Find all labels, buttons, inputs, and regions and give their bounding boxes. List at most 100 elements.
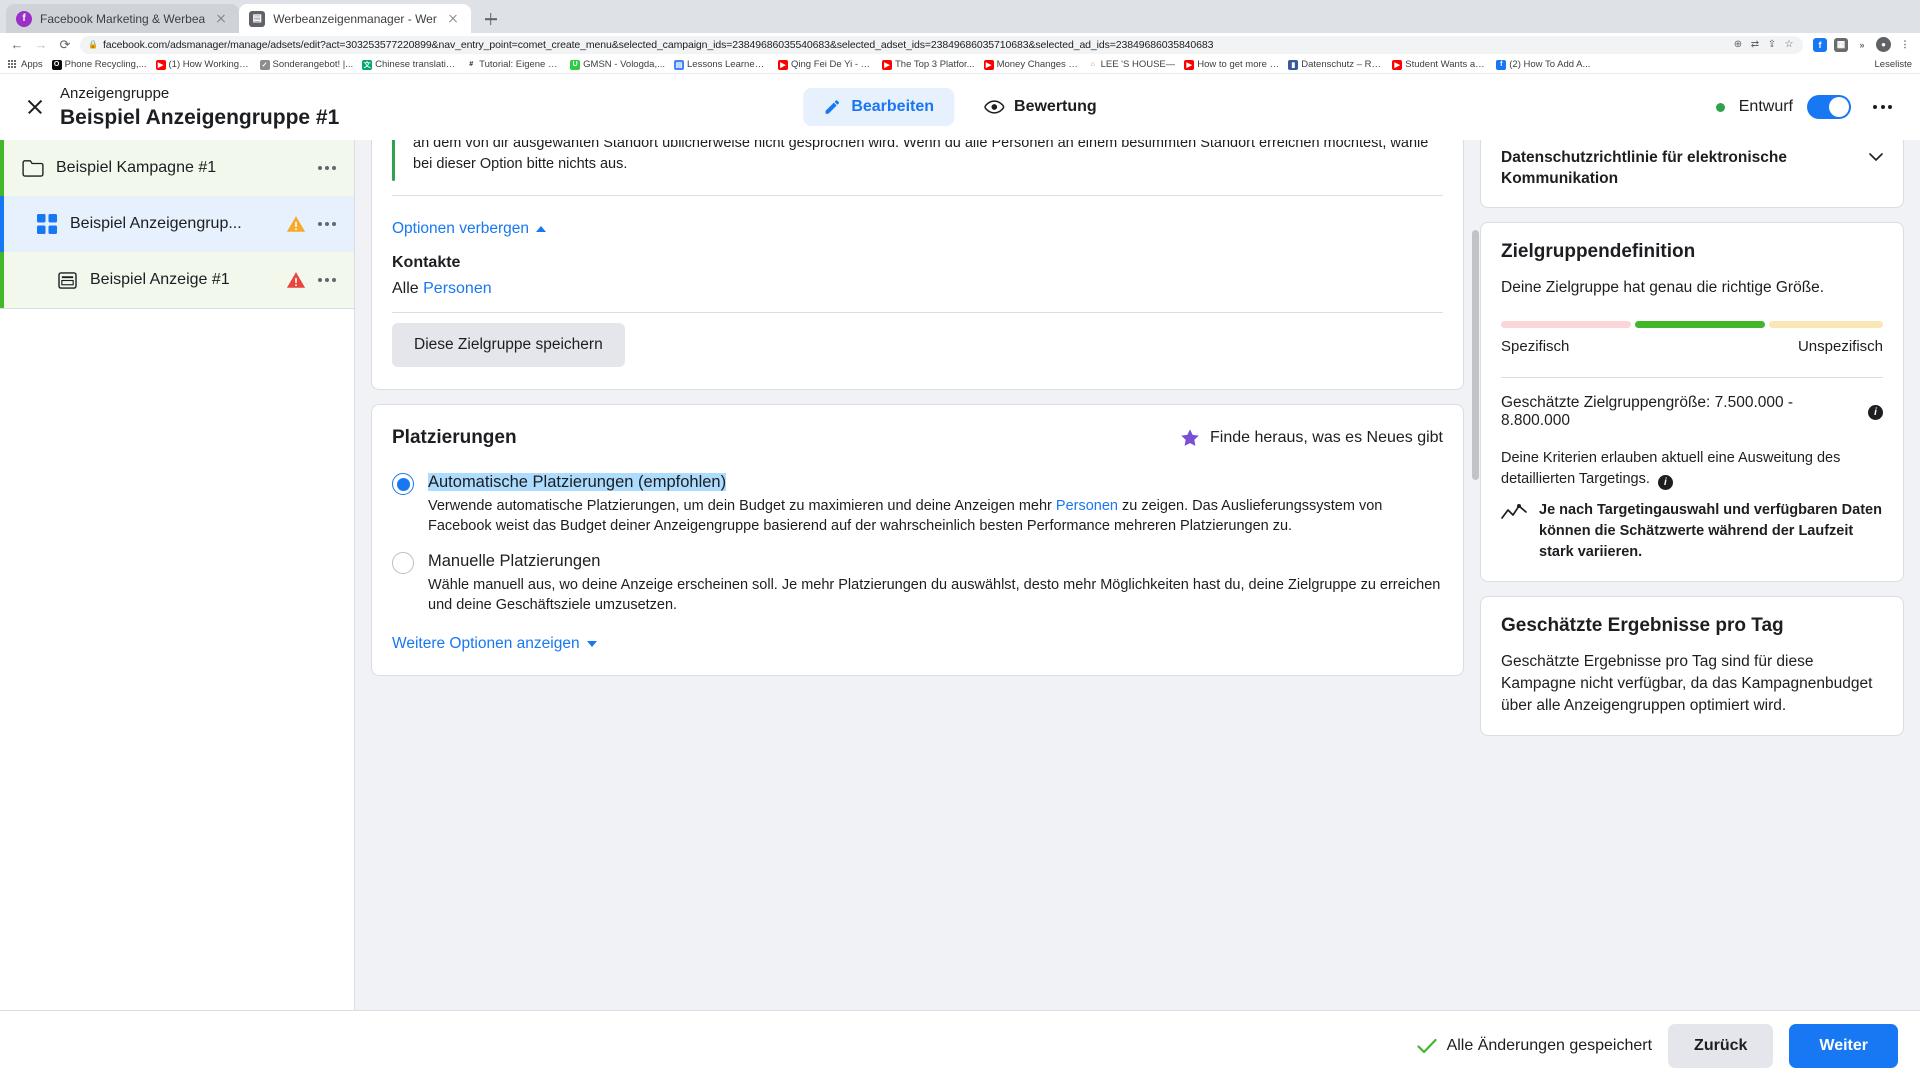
bookmark-5[interactable]: # Tutorial: Eigene Fa... xyxy=(466,59,561,70)
placement-option-manual[interactable]: Manuelle Platzierungen Wähle manuell aus… xyxy=(392,536,1443,615)
center-scrollbar[interactable] xyxy=(1471,140,1480,1010)
check-icon xyxy=(1416,1038,1437,1053)
audience-definition-card: Zielgruppendefinition Deine Zielgruppe h… xyxy=(1480,222,1904,582)
kebab-icon[interactable] xyxy=(312,216,342,232)
doc-icon: ▤ xyxy=(674,59,684,70)
status-badge: Entwurf xyxy=(1738,98,1793,115)
accent-bar xyxy=(0,252,4,308)
facebook-extension-icon[interactable]: f xyxy=(1813,37,1827,52)
youtube-icon: ▶ xyxy=(778,59,788,70)
bookmark-3[interactable]: ✓ Sonderangebot! |... xyxy=(259,59,353,70)
next-button[interactable]: Weiter xyxy=(1789,1023,1898,1068)
show-more-options-button[interactable]: Weitere Optionen anzeigen xyxy=(392,615,1443,675)
whats-new-label: Finde heraus, was es Neues gibt xyxy=(1209,429,1443,446)
bookmark-label: (1) How Working a... xyxy=(168,59,251,70)
footer-bar: Alle Änderungen gespeichert Zurück Weite… xyxy=(0,1010,1920,1080)
sidebar-item-campaign[interactable]: Beispiel Kampagne #1 xyxy=(0,140,354,196)
bookmark-12[interactable]: ▶ How to get more v... xyxy=(1184,59,1279,70)
results-title: Geschätzte Ergebnisse pro Tag xyxy=(1501,615,1784,636)
page-title: Beispiel Anzeigengruppe #1 xyxy=(60,105,340,129)
close-icon[interactable] xyxy=(20,92,50,122)
chevron-extension-icon[interactable]: » xyxy=(1855,37,1869,52)
o2-icon: O xyxy=(51,59,62,70)
tab-title: Werbeanzeigenmanager - Wer xyxy=(273,11,437,26)
share-icon[interactable]: ⇪ xyxy=(1766,39,1778,51)
bookmark-15[interactable]: f (2) How To Add A... xyxy=(1496,59,1590,70)
contacts-prefix: Alle xyxy=(392,280,424,297)
bookmark-4[interactable]: 文 Chinese translatio... xyxy=(362,59,457,70)
browser-toolbar: ← → ⟳ 🔒 facebook.com/adsmanager/manage/a… xyxy=(0,33,1920,56)
browser-tab-2[interactable]: ▤ Werbeanzeigenmanager - Wer xyxy=(239,4,471,33)
kebab-icon[interactable] xyxy=(312,272,342,288)
meter-labels: Spezifisch Unspezifisch xyxy=(1501,338,1883,355)
back-button[interactable]: Zurück xyxy=(1668,1023,1774,1068)
bookmark-13[interactable]: ▮ Datenschutz – Re... xyxy=(1288,59,1383,70)
option-body: Manuelle Platzierungen Wähle manuell aus… xyxy=(428,550,1443,615)
close-icon[interactable] xyxy=(213,11,229,27)
contacts-heading: Kontakte xyxy=(392,254,461,271)
translate-icon[interactable]: ⇄ xyxy=(1749,39,1761,51)
sidebar-item-ad[interactable]: Beispiel Anzeige #1 xyxy=(0,252,354,308)
desc-link[interactable]: Personen xyxy=(1056,498,1118,514)
option-label: Manuelle Platzierungen xyxy=(428,552,601,570)
info-icon[interactable]: i xyxy=(1868,404,1883,420)
bookmark-label: How to get more v... xyxy=(1197,59,1280,70)
contacts-value: Alle Personen xyxy=(392,272,1443,312)
bookmark-2[interactable]: ▶ (1) How Working a... xyxy=(155,59,251,70)
radio-auto[interactable] xyxy=(392,473,414,495)
app-header: Anzeigengruppe Beispiel Anzeigengruppe #… xyxy=(0,74,1920,140)
new-tab-button[interactable] xyxy=(477,5,505,33)
privacy-policy-card[interactable]: Datenschutzrichtlinie für elektronische … xyxy=(1480,140,1904,208)
browser-menu-icon[interactable]: ⋮ xyxy=(1898,37,1912,52)
option-description: Wähle manuell aus, wo deine Anzeige ersc… xyxy=(428,577,1441,613)
sidebar-item-adset[interactable]: Beispiel Anzeigengrup... xyxy=(0,196,354,252)
chevron-down-icon xyxy=(586,641,597,647)
info-icon[interactable]: i xyxy=(1657,475,1673,490)
kebab-icon[interactable] xyxy=(312,160,342,176)
hide-options-button[interactable]: Optionen verbergen xyxy=(392,206,1443,248)
bookmark-9[interactable]: ▶ The Top 3 Platfor... xyxy=(882,59,975,70)
kebab-icon[interactable] xyxy=(1865,97,1900,117)
tab-bewertung[interactable]: Bewertung xyxy=(964,88,1117,126)
option-label: Automatische Platzierungen (empfohlen) xyxy=(428,473,727,491)
meter-label-left: Spezifisch xyxy=(1501,338,1570,355)
reload-icon[interactable]: ⟳ xyxy=(56,36,74,54)
bookmark-10[interactable]: ▶ Money Changes E... xyxy=(983,59,1079,70)
adset-grid-icon xyxy=(36,213,58,235)
bookmark-6[interactable]: U GMSN - Vologda,... xyxy=(570,59,665,70)
address-bar[interactable]: 🔒 facebook.com/adsmanager/manage/adsets/… xyxy=(80,35,1803,54)
bookmark-14[interactable]: ▶ Student Wants an... xyxy=(1392,59,1487,70)
bookmark-11[interactable]: ⌂ LEE 'S HOUSE— xyxy=(1087,59,1175,70)
save-audience-button[interactable]: Diese Zielgruppe speichern xyxy=(392,323,625,367)
contacts-link[interactable]: Personen xyxy=(423,280,492,297)
forward-icon[interactable]: → xyxy=(32,36,50,54)
close-icon[interactable] xyxy=(445,11,461,27)
zoom-icon[interactable]: ⊕ xyxy=(1732,39,1744,51)
tab-bearbeiten[interactable]: Bearbeiten xyxy=(803,88,955,126)
status-toggle[interactable] xyxy=(1807,95,1851,119)
whats-new-link[interactable]: Finde heraus, was es Neues gibt xyxy=(1180,428,1443,448)
back-icon[interactable]: ← xyxy=(8,36,26,54)
divider xyxy=(1501,377,1883,378)
warning-icon xyxy=(286,215,306,233)
grid-extension-icon[interactable]: ▦ xyxy=(1834,37,1848,52)
bookmark-7[interactable]: ▤ Lessons Learned f... xyxy=(674,59,769,70)
estimated-results-card: Geschätzte Ergebnisse pro Tag Geschätzte… xyxy=(1480,596,1904,736)
card-content: Platzierungen Finde heraus, was es Neues… xyxy=(372,405,1463,675)
bookmark-label: Chinese translatio... xyxy=(375,59,458,70)
browser-tab-1[interactable]: f Facebook Marketing & Werbea xyxy=(6,4,240,33)
bookmark-apps[interactable]: Apps xyxy=(8,59,43,70)
ad-card-icon xyxy=(56,269,78,291)
radio-manual[interactable] xyxy=(392,552,414,574)
expansion-note: Deine Kriterien erlauben aktuell eine Au… xyxy=(1501,448,1883,490)
bookmark-8[interactable]: ▶ Qing Fei De Yi - Y... xyxy=(778,59,873,70)
chevron-down-icon[interactable] xyxy=(1869,153,1883,161)
divider xyxy=(392,195,1443,196)
bookmark-1[interactable]: O Phone Recycling,... xyxy=(51,59,147,70)
reading-list-button[interactable]: Leseliste xyxy=(1875,59,1913,70)
url-text: facebook.com/adsmanager/manage/adsets/ed… xyxy=(102,38,1214,51)
placement-option-auto[interactable]: Automatische Platzierungen (empfohlen) V… xyxy=(392,457,1443,536)
star-icon[interactable]: ☆ xyxy=(1783,39,1795,51)
profile-avatar[interactable]: ● xyxy=(1876,37,1891,52)
bookmark-label: Student Wants an... xyxy=(1405,59,1488,70)
